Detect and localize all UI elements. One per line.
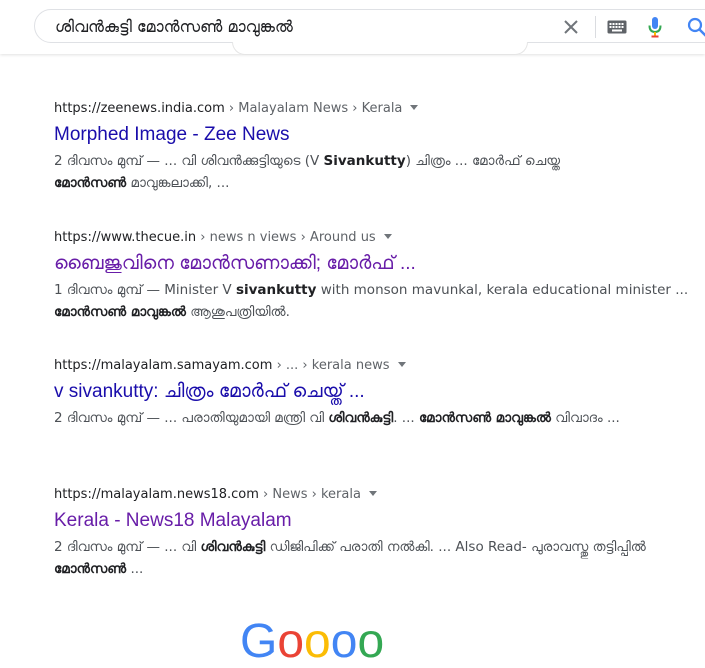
microphone-icon[interactable] bbox=[647, 16, 663, 38]
result-title-link[interactable]: v sivankutty: ചിത്രം മോർഫ് ചെയ്ത് ... bbox=[54, 379, 694, 405]
search-box[interactable]: ശിവൻകുട്ടി മോൻസൺ മാവുങ്കൽ bbox=[34, 9, 705, 43]
result-snippet: 1 ദിവസം മുമ്പ് — Minister V sivankutty w… bbox=[54, 282, 689, 320]
result-breadcrumb: › ... › kerala news bbox=[272, 358, 390, 373]
chevron-down-icon[interactable] bbox=[368, 491, 377, 496]
result-site: https://www.thecue.in bbox=[54, 230, 197, 245]
google-logo[interactable]: Goooo bbox=[240, 618, 384, 666]
search-result: https://malayalam.news18.com › News › ke… bbox=[54, 486, 694, 580]
result-breadcrumb: › News › kerala bbox=[258, 487, 361, 502]
search-icon[interactable] bbox=[686, 16, 705, 38]
close-icon[interactable] bbox=[560, 16, 582, 38]
result-breadcrumb: › Malayalam News › Kerala bbox=[224, 101, 403, 116]
result-site: https://malayalam.news18.com bbox=[54, 487, 259, 502]
result-snippet: 2 ദിവസം മുമ്പ് — ... പരാതിയുമായി മന്ത്രി… bbox=[54, 410, 620, 426]
result-site: https://zeenews.india.com bbox=[54, 101, 225, 116]
chevron-down-icon[interactable] bbox=[383, 234, 392, 239]
divider bbox=[595, 16, 596, 38]
result-url: https://www.thecue.in › news n views › A… bbox=[54, 229, 694, 247]
search-input[interactable]: ശിവൻകുട്ടി മോൻസൺ മാവുങ്കൽ bbox=[55, 17, 293, 37]
search-result: https://zeenews.india.com › Malayalam Ne… bbox=[54, 100, 694, 194]
result-site: https://malayalam.samayam.com bbox=[54, 358, 273, 373]
chevron-down-icon[interactable] bbox=[410, 105, 419, 110]
result-title-link[interactable]: Kerala - News18 Malayalam bbox=[54, 508, 694, 534]
search-result: https://www.thecue.in › news n views › A… bbox=[54, 229, 694, 323]
chevron-down-icon[interactable] bbox=[397, 362, 406, 367]
result-breadcrumb: › news n views › Around us bbox=[196, 230, 376, 245]
result-snippet: 2 ദിവസം മുമ്പ് — ... വി ശിവൻകുട്ടി ഡിജിപ… bbox=[54, 539, 646, 577]
search-result: https://malayalam.samayam.com › ... › ke… bbox=[54, 357, 694, 429]
keyboard-icon[interactable] bbox=[607, 19, 627, 35]
result-url: https://malayalam.samayam.com › ... › ke… bbox=[54, 357, 694, 375]
result-title-link[interactable]: Morphed Image - Zee News bbox=[54, 122, 694, 148]
result-url: https://zeenews.india.com › Malayalam Ne… bbox=[54, 100, 694, 118]
result-url: https://malayalam.news18.com › News › ke… bbox=[54, 486, 694, 504]
result-snippet: 2 ദിവസം മുമ്പ് — ... വി ശിവൻക്കുട്ടിയുടെ… bbox=[54, 153, 560, 191]
result-title-link[interactable]: ബൈജുവിനെ മോൻസണാക്കി; മോർഫ് ... bbox=[54, 251, 694, 277]
tab-bar-edge bbox=[232, 42, 528, 55]
